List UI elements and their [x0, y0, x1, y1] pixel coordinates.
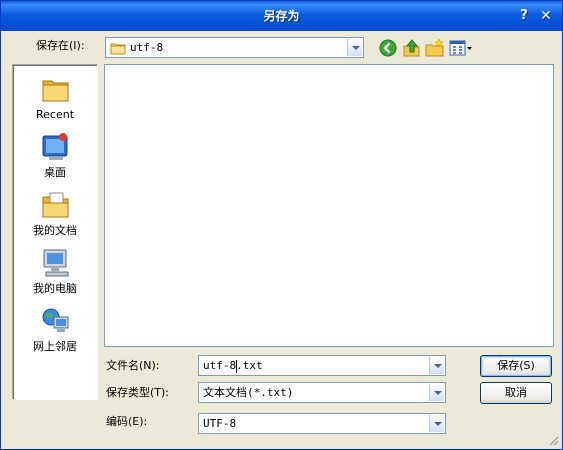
- filename-input[interactable]: utf-8.txt: [198, 355, 446, 376]
- places-bar: Recent 桌面 我的文档 我的电脑 网上邻居: [12, 64, 98, 400]
- chevron-down-icon[interactable]: [429, 415, 444, 432]
- up-folder-icon[interactable]: [402, 38, 422, 58]
- save-button[interactable]: 保存(S): [480, 355, 552, 377]
- place-label: 我的电脑: [33, 282, 77, 295]
- place-desktop[interactable]: 桌面: [13, 131, 97, 187]
- recent-folder-icon: [42, 80, 69, 102]
- title-bar[interactable]: 另存为 ? ✕: [1, 1, 562, 31]
- filename-label: 文件名(N):: [106, 359, 160, 372]
- place-label: 我的文档: [33, 224, 77, 237]
- file-list[interactable]: [104, 64, 554, 347]
- chevron-down-icon[interactable]: [347, 39, 362, 56]
- help-button[interactable]: ?: [515, 7, 533, 25]
- save-in-value: utf-8: [130, 41, 164, 54]
- desktop-icon: [42, 133, 68, 160]
- resize-grip-icon[interactable]: [548, 435, 560, 447]
- my-documents-icon: [42, 192, 69, 218]
- filetype-label: 保存类型(T):: [106, 386, 170, 399]
- place-label: 桌面: [44, 166, 66, 179]
- place-label: Recent: [35, 108, 75, 121]
- filetype-dropdown[interactable]: 文本文档(*.txt): [198, 382, 446, 403]
- view-menu-icon[interactable]: [449, 38, 473, 58]
- network-places-icon: [42, 308, 69, 332]
- place-network[interactable]: 网上邻居: [13, 305, 97, 361]
- chevron-down-icon[interactable]: [429, 384, 444, 401]
- encoding-dropdown[interactable]: UTF-8: [198, 413, 446, 434]
- window-title: 另存为: [263, 9, 300, 23]
- folder-icon: [110, 43, 126, 55]
- encoding-label: 编码(E):: [106, 415, 148, 428]
- cancel-button[interactable]: 取消: [480, 382, 552, 404]
- save-in-dropdown[interactable]: utf-8: [105, 37, 364, 58]
- my-computer-icon: [43, 249, 69, 277]
- place-label: 网上邻居: [33, 340, 77, 353]
- place-my-computer[interactable]: 我的电脑: [13, 247, 97, 303]
- encoding-value: UTF-8: [203, 417, 237, 430]
- save-as-dialog: 另存为 ? ✕ 保存在(I): utf-8 Recent 桌面 我的文档 我的电…: [0, 0, 563, 450]
- chevron-down-icon[interactable]: [429, 357, 444, 374]
- place-my-documents[interactable]: 我的文档: [13, 189, 97, 245]
- filename-value: utf-8.txt: [203, 359, 263, 372]
- filetype-value: 文本文档(*.txt): [203, 386, 294, 399]
- back-icon[interactable]: [378, 38, 398, 58]
- close-button[interactable]: ✕: [537, 7, 555, 25]
- text-caret: [236, 360, 237, 373]
- new-folder-icon[interactable]: [425, 38, 445, 58]
- place-recent[interactable]: Recent: [13, 73, 97, 129]
- save-in-label: 保存在(I):: [36, 39, 85, 52]
